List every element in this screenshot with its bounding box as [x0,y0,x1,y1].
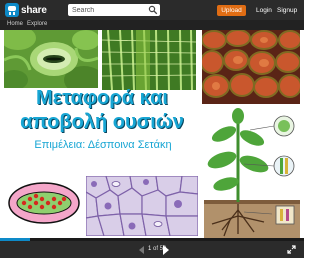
search-input[interactable] [68,4,148,16]
nav-explore-link[interactable]: Explore [27,21,47,27]
red-cells-photo [202,30,300,104]
signup-link[interactable]: Signup [277,5,297,16]
top-bar: slideshare Upload Login Signup [0,0,309,241]
plant-diagram [204,106,300,238]
current-page: 1 [148,246,152,252]
logo-text-share: share [21,4,47,16]
nav-home-link[interactable]: Home [7,21,23,27]
player-bar: 1 of 50 [0,241,304,258]
logo-text: slideshare [5,4,309,241]
search-icon[interactable] [148,5,158,15]
slideshare-logo-icon [5,3,19,17]
slideshare-logo[interactable]: slideshare [5,3,309,241]
stomata-photo [4,30,98,88]
sub-nav: Home Explore [0,20,304,30]
chevron-left-icon[interactable] [139,246,144,254]
login-link[interactable]: Login [256,5,272,16]
upload-button[interactable]: Upload [217,5,246,16]
slide-title: Μεταφορά και αποβολή ουσιών [0,86,204,134]
search-box [68,4,160,16]
fullscreen-icon[interactable] [287,245,296,254]
vascular-tissue-photo [102,30,196,90]
slide-viewer[interactable]: Μεταφορά και αποβολή ουσιών Επιμέλεια: Δ… [0,30,304,238]
purple-cells-photo [86,176,198,236]
cell-drawing [8,182,80,224]
slide-title-line-2: αποβολή ουσιών [20,111,184,133]
play-next-icon[interactable] [163,245,169,255]
slide-title-line-1: Μεταφορά και [36,87,168,109]
slide-author: Επιμέλεια: Δέσποινα Σετάκη [34,139,172,151]
